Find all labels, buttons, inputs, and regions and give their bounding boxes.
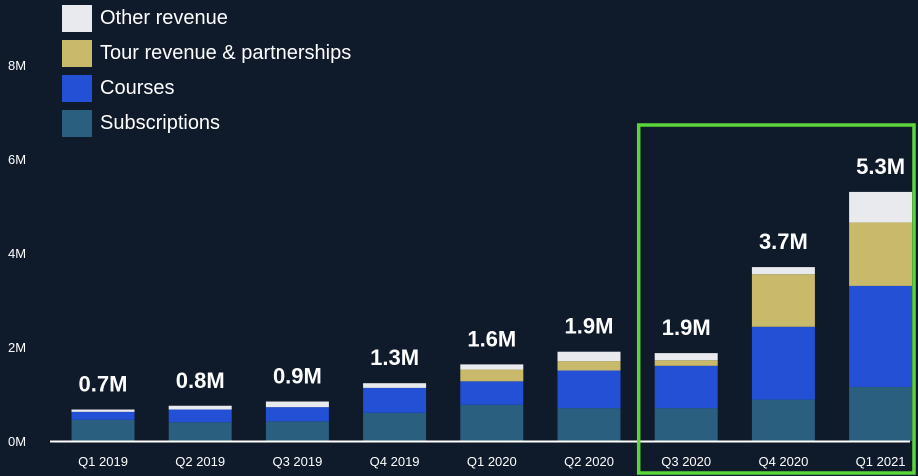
x-tick-label: Q1 2020 [467, 454, 517, 469]
bar-segment-courses [265, 407, 329, 422]
bar-segment-subscriptions [265, 421, 329, 441]
legend-label: Subscriptions [100, 112, 221, 134]
bar-segment-subscriptions [751, 399, 815, 441]
bar-segment-courses [168, 409, 232, 423]
y-tick-label: 4M [8, 246, 26, 261]
bar-segment-courses [654, 365, 718, 409]
total-value-label: 1.9M [565, 314, 614, 339]
chart: 0M 2M 4M 6M 8M 0.7M Q1 2019 0.8M Q2 2019 0.9M Q3 2… [0, 0, 918, 476]
legend-item: Other revenue [62, 4, 351, 33]
legend-swatch [62, 75, 92, 102]
bar-segment-other-revenue [751, 267, 815, 275]
x-tick-label: Q2 2020 [564, 454, 614, 469]
x-tick-label: Q4 2020 [758, 454, 808, 469]
bar-segment-tour-revenue-partnerships [849, 222, 913, 286]
bar-segment-tour-revenue-partnerships [654, 360, 718, 366]
bar-segment-courses [363, 387, 427, 413]
bar-segment-courses [751, 326, 815, 400]
legend-swatch [62, 110, 92, 137]
bar-segment-other-revenue [71, 409, 135, 412]
bar-segment-tour-revenue-partnerships [460, 369, 524, 382]
total-value-label: 5.3M [856, 154, 905, 179]
total-value-label: 0.9M [273, 364, 322, 389]
total-value-label: 1.6M [467, 326, 516, 351]
bar-segment-courses [460, 381, 524, 405]
x-tick-label: Q3 2019 [272, 454, 322, 469]
bar-segment-other-revenue [460, 364, 524, 370]
legend-item: Courses [62, 74, 351, 103]
legend: Other revenue Tour revenue & partnerships… [62, 4, 351, 138]
bar-segment-other-revenue [654, 353, 718, 361]
bar-segment-subscriptions [71, 419, 135, 441]
bar-segment-subscriptions [460, 404, 524, 441]
total-value-label: 0.8M [176, 368, 225, 393]
bar-segment-courses [71, 411, 135, 420]
legend-label: Tour revenue & partnerships [100, 42, 352, 64]
legend-label: Other revenue [100, 7, 228, 29]
bar-segment-other-revenue [265, 401, 329, 408]
y-tick-label: 2M [8, 340, 26, 355]
bar-segment-subscriptions [168, 422, 232, 441]
total-value-label: 0.7M [79, 372, 128, 397]
total-value-label: 3.7M [759, 229, 808, 254]
bar-segment-other-revenue [363, 383, 427, 388]
legend-item: Subscriptions [62, 109, 351, 138]
legend-label: Courses [100, 77, 175, 99]
x-tick-label: Q1 2021 [856, 454, 906, 469]
x-tick-label: Q4 2019 [370, 454, 420, 469]
bar-segment-subscriptions [363, 412, 427, 441]
bar-segment-courses [557, 370, 621, 409]
bar-segment-tour-revenue-partnerships [557, 361, 621, 371]
total-value-label: 1.3M [370, 345, 419, 370]
x-tick-label: Q2 2019 [175, 454, 225, 469]
bar-segment-courses [849, 285, 913, 387]
y-tick-label: 8M [8, 58, 26, 73]
x-tick-label: Q3 2020 [661, 454, 711, 469]
bar-segment-subscriptions [654, 408, 718, 441]
bar-segment-subscriptions [557, 408, 621, 441]
total-value-label: 1.9M [662, 315, 711, 340]
bar-segment-other-revenue [849, 191, 913, 223]
bar-segment-other-revenue [168, 405, 232, 410]
bar-segment-subscriptions [849, 386, 913, 441]
bar-segment-other-revenue [557, 351, 621, 362]
y-tick-label: 6M [8, 152, 26, 167]
legend-swatch [62, 40, 92, 67]
legend-item: Tour revenue & partnerships [62, 39, 351, 68]
legend-swatch [62, 5, 92, 32]
bar-segment-tour-revenue-partnerships [751, 274, 815, 327]
x-tick-label: Q1 2019 [78, 454, 128, 469]
y-tick-label: 0M [8, 434, 26, 449]
